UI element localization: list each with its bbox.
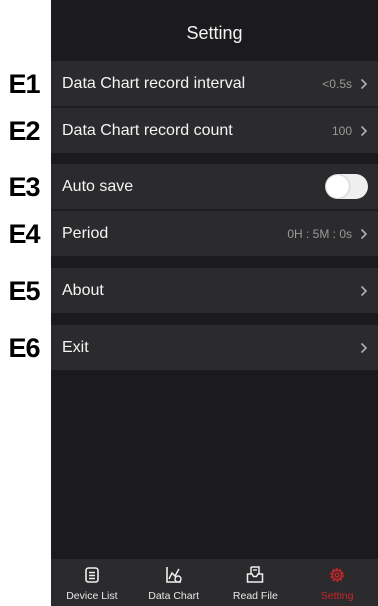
callout-e6: E6 bbox=[8, 333, 40, 363]
tab-setting[interactable]: Setting bbox=[296, 559, 378, 606]
tab-device-list[interactable]: Device List bbox=[51, 559, 133, 606]
exit-row[interactable]: Exit bbox=[51, 325, 378, 370]
callout-e4: E4 bbox=[8, 219, 40, 249]
auto-save-toggle[interactable] bbox=[325, 174, 368, 199]
tab-label: Device List bbox=[66, 590, 118, 602]
callout-e1: E1 bbox=[8, 69, 40, 99]
bottom-tab-bar: Device List Data Chart Read File Setting bbox=[51, 559, 378, 606]
exit-label: Exit bbox=[62, 338, 89, 356]
page-header: Setting bbox=[51, 8, 378, 58]
record-count-value: 100 bbox=[331, 123, 352, 138]
chevron-right-icon bbox=[358, 227, 370, 241]
about-row[interactable]: About bbox=[51, 268, 378, 313]
about-label: About bbox=[62, 281, 104, 299]
gear-icon bbox=[330, 568, 344, 582]
toggle-knob bbox=[326, 175, 349, 198]
auto-save-row: Auto save bbox=[51, 164, 378, 209]
period-row[interactable]: Period 0H : 5M : 0s bbox=[51, 211, 378, 256]
chevron-right-icon bbox=[358, 77, 370, 91]
page-title: Setting bbox=[186, 22, 243, 43]
tab-label: Data Chart bbox=[148, 590, 200, 602]
chevron-right-icon bbox=[358, 341, 370, 355]
record-count-label: Data Chart record count bbox=[62, 121, 233, 139]
tab-label: Setting bbox=[320, 590, 354, 602]
record-interval-label: Data Chart record interval bbox=[62, 74, 246, 92]
callout-e5: E5 bbox=[8, 276, 40, 306]
callout-e2: E2 bbox=[8, 116, 40, 146]
tab-data-chart[interactable]: Data Chart bbox=[133, 559, 215, 606]
tab-label: Read File bbox=[232, 590, 278, 602]
chevron-right-icon bbox=[358, 284, 370, 298]
data-chart-icon bbox=[165, 567, 182, 583]
callout-e3: E3 bbox=[8, 172, 40, 202]
chevron-right-icon bbox=[358, 124, 370, 138]
read-file-icon bbox=[247, 566, 264, 583]
record-count-row[interactable]: Data Chart record count 100 bbox=[51, 108, 378, 153]
record-interval-value: <0.5s bbox=[322, 76, 352, 91]
period-value: 0H : 5M : 0s bbox=[287, 226, 352, 241]
period-label: Period bbox=[62, 224, 109, 242]
phone-screen: Setting Data Chart record interval <0.5s… bbox=[51, 0, 378, 606]
device-list-icon bbox=[85, 567, 99, 583]
auto-save-label: Auto save bbox=[62, 177, 134, 195]
tab-read-file[interactable]: Read File bbox=[215, 559, 297, 606]
record-interval-row[interactable]: Data Chart record interval <0.5s bbox=[51, 61, 378, 106]
